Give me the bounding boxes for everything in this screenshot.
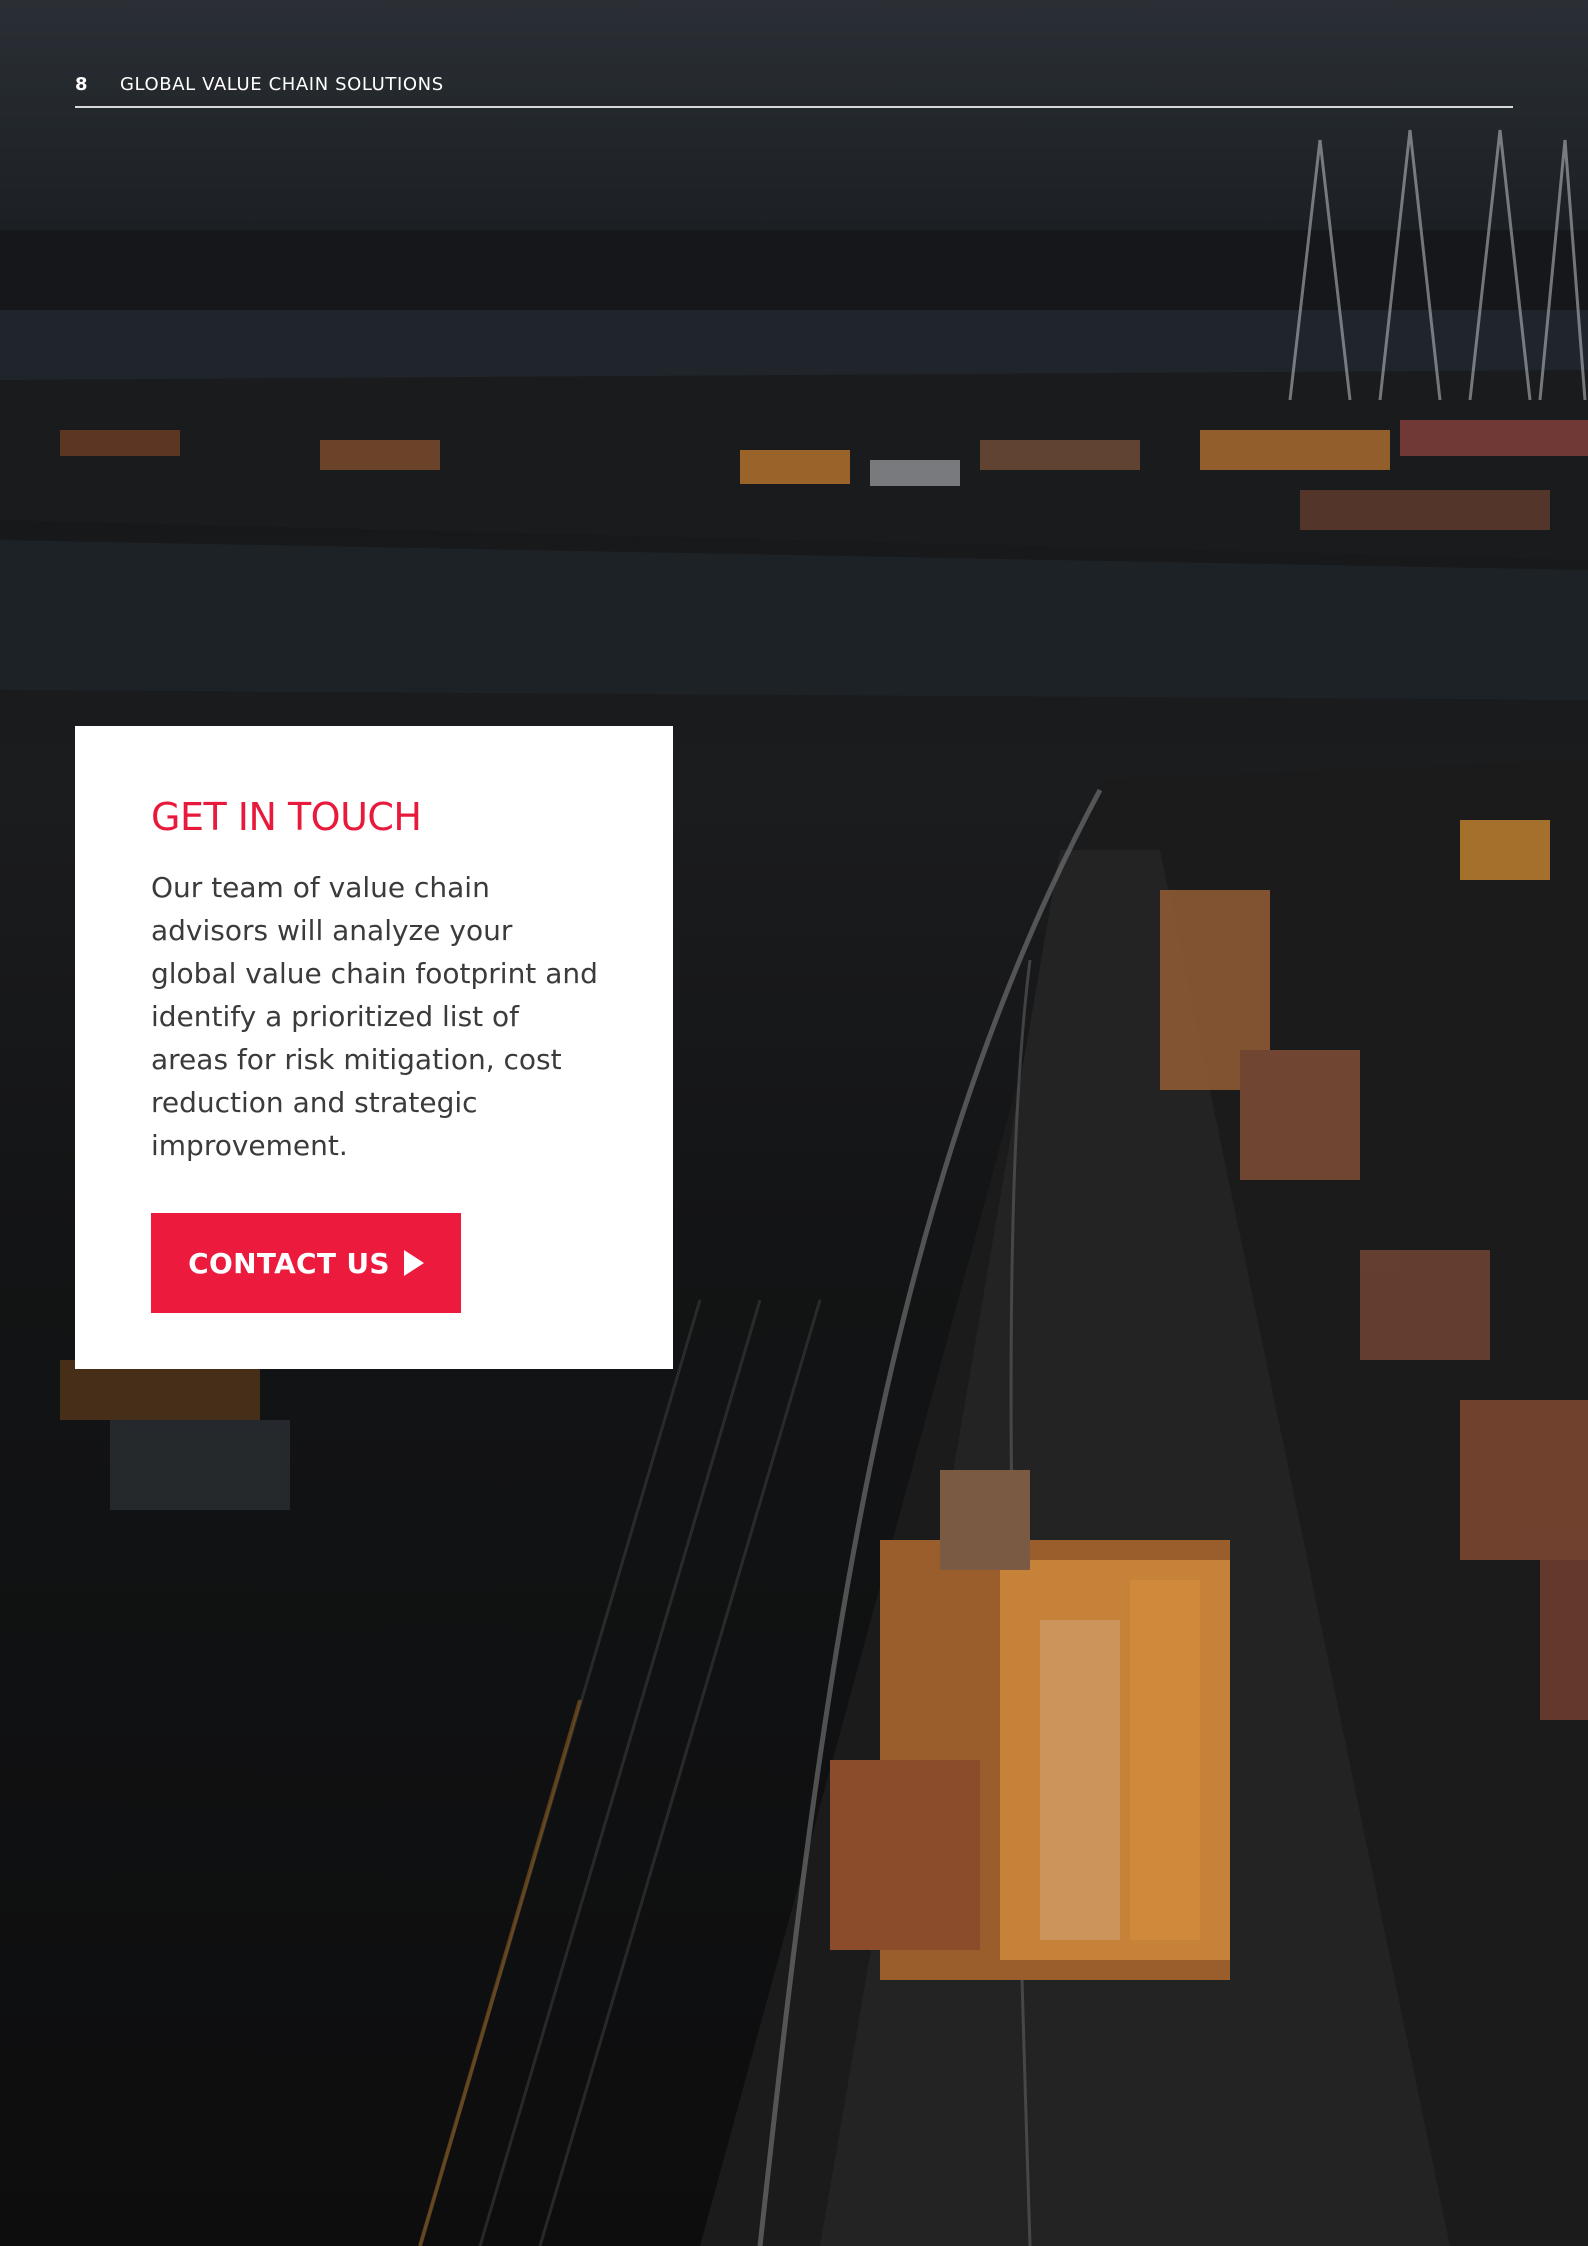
document-title: GLOBAL VALUE CHAIN SOLUTIONS (120, 74, 444, 95)
page-header: 8 GLOBAL VALUE CHAIN SOLUTIONS (75, 72, 1513, 108)
card-heading: GET IN TOUCH (151, 795, 422, 839)
contact-us-label: CONTACT US (188, 1246, 390, 1280)
page-number: 8 (75, 74, 88, 95)
card-body-text: Our team of value chain advisors will an… (151, 871, 598, 1162)
play-arrow-icon (403, 1250, 424, 1276)
get-in-touch-card: GET IN TOUCH Our team of value chain adv… (75, 726, 673, 1369)
contact-us-button[interactable]: CONTACT US (151, 1213, 461, 1313)
